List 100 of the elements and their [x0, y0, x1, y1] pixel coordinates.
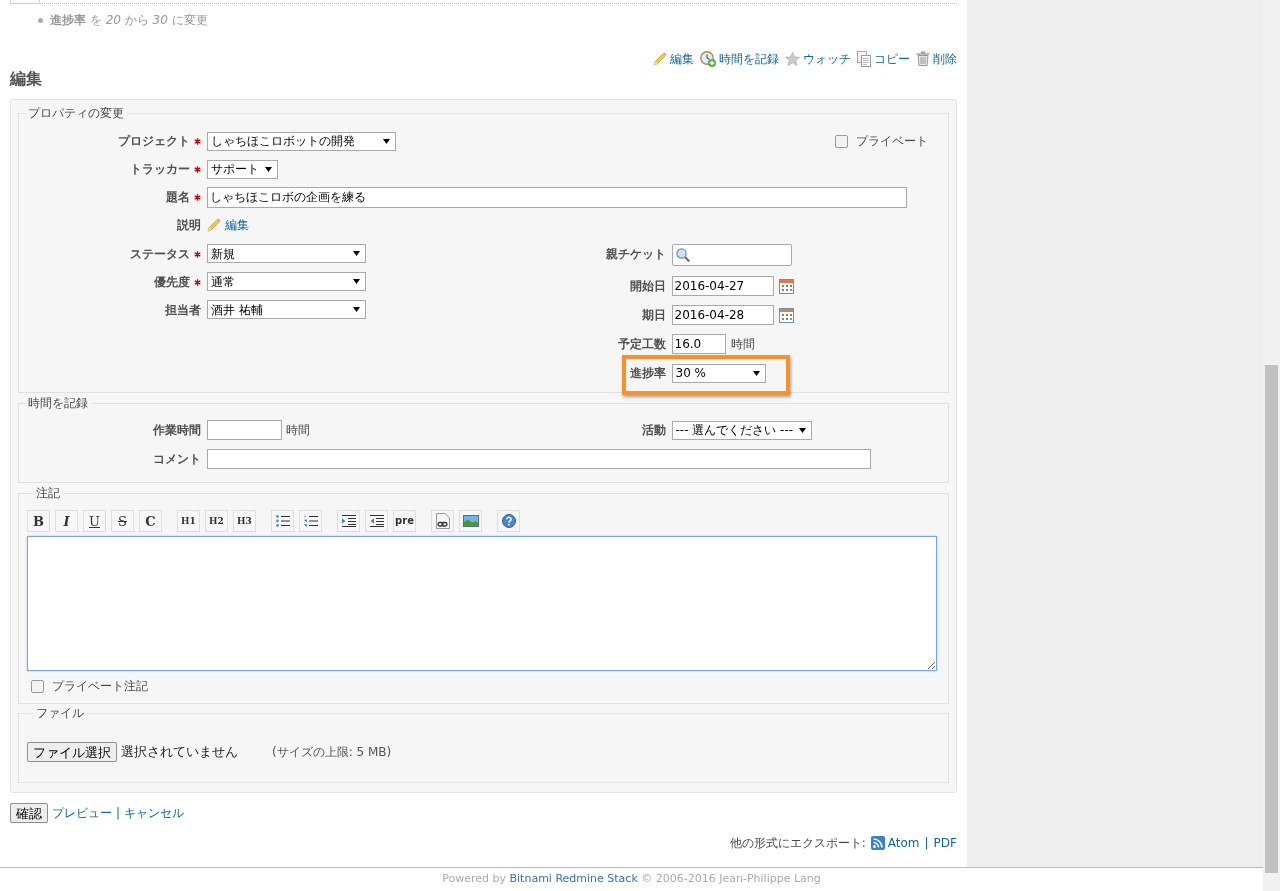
star-icon [785, 51, 800, 66]
edit-link[interactable]: 編集 [653, 49, 694, 68]
copy-link[interactable]: コピー [857, 49, 910, 68]
section-legend: プロパティの変更 [25, 106, 127, 120]
bullet-list-icon [275, 515, 290, 527]
field-label: 予定工数 [617, 336, 666, 353]
bullet-list-button[interactable] [271, 510, 294, 532]
field-label: プロジェクト [118, 133, 190, 150]
numbered-list-icon [303, 515, 318, 527]
bold-button[interactable]: B [27, 510, 50, 532]
image-icon [462, 515, 479, 527]
date-field[interactable]: 2016-04-28 [671, 305, 774, 325]
hours-field[interactable]: 16.0 [671, 334, 726, 354]
code-button[interactable]: C [139, 510, 162, 532]
help-button[interactable] [497, 510, 520, 532]
field-label: 作業時間 [153, 422, 201, 439]
calendar-icon[interactable] [778, 278, 794, 294]
search-icon [675, 248, 690, 262]
date-field[interactable]: 2016-04-27 [671, 276, 774, 296]
submit-button[interactable]: 確認 [10, 803, 48, 823]
log-time-link[interactable]: 時間を記録 [700, 49, 779, 68]
caret-icon [798, 427, 806, 433]
field-label: 親チケット [605, 246, 666, 263]
section-legend: 注記 [33, 486, 63, 500]
heading-1-button[interactable]: H1 [177, 510, 200, 532]
unquote-button[interactable] [365, 510, 388, 532]
dropdown-select[interactable]: 新規 [207, 244, 366, 263]
section-legend: 時間を記録 [25, 396, 91, 410]
delete-link[interactable]: 削除 [916, 49, 957, 68]
dropdown-select[interactable]: 酒井 祐輔 [207, 300, 366, 319]
field-label: ステータス [130, 246, 190, 263]
outdent-icon [369, 515, 384, 527]
calendar-icon[interactable] [778, 307, 794, 323]
page-heading: 編集 [10, 69, 42, 89]
field-label: 開始日 [629, 278, 666, 295]
footer-text: Powered by Bitnami Redmine Stack © 2006-2016 Jean-Philippe Lang [442, 871, 821, 888]
comment-field[interactable] [207, 449, 871, 469]
atom-feed-link[interactable]: Atom [870, 833, 920, 852]
checkbox[interactable] [835, 134, 848, 148]
search-field[interactable] [671, 244, 792, 266]
field-label: コメント [153, 451, 201, 468]
dropdown-select[interactable]: --- 選んでください --- [671, 420, 812, 440]
file-status: 選択されていません [121, 743, 238, 762]
preview-link[interactable]: プレビュー [52, 804, 112, 822]
documents-icon [857, 50, 871, 67]
strikethrough-button[interactable]: S [111, 510, 134, 532]
unit-label: 時間 [286, 422, 310, 439]
size-limit-note: (サイズの上限: 5 MB) [272, 744, 392, 761]
caret-icon [353, 307, 360, 312]
numbered-list-button[interactable] [299, 510, 322, 532]
watch-link[interactable]: ウォッチ [785, 49, 851, 68]
italic-button[interactable]: I [55, 510, 78, 532]
underline-button[interactable]: U [83, 510, 106, 532]
field-label: 活動 [641, 422, 666, 439]
dropdown-select[interactable]: しゃちほこロボットの開発 [207, 131, 396, 151]
caret-icon [353, 251, 360, 256]
caret-icon [265, 166, 272, 172]
frame-edge [10, 0, 40, 4]
pencil-icon [207, 218, 221, 232]
preformatted-button[interactable]: pre [393, 510, 416, 532]
cancel-link[interactable]: キャンセル [124, 804, 185, 822]
export-label: 他の形式にエクスポート: [729, 834, 866, 852]
trash-icon [916, 51, 930, 66]
edit-link[interactable]: 編集 [207, 216, 249, 234]
pencil-icon [653, 51, 667, 66]
image-button[interactable] [459, 510, 482, 532]
field-label: 担当者 [165, 302, 201, 319]
heading-2-button[interactable]: H2 [205, 510, 228, 532]
clock-icon [700, 50, 716, 67]
linked-page-icon [435, 513, 450, 529]
dropdown-select[interactable]: 通常 [207, 272, 366, 291]
checkbox-label: プライベート [856, 133, 928, 150]
field-label: 説明 [177, 217, 201, 234]
scrollbar-thumb[interactable] [1265, 365, 1278, 873]
dropdown-select[interactable]: 30 % [671, 363, 766, 383]
field-label: トラッカー [130, 161, 190, 178]
heading-3-button[interactable]: H3 [233, 510, 256, 532]
caret-icon [752, 370, 760, 376]
link-separator: | [924, 834, 929, 852]
pdf-link[interactable]: PDF [933, 833, 957, 852]
checkbox[interactable] [31, 679, 44, 693]
link-button[interactable] [431, 510, 454, 532]
indent-icon [341, 515, 356, 527]
unit-label: 時間 [730, 336, 755, 353]
field-label: 題名 [166, 189, 190, 206]
feed-icon [870, 835, 885, 850]
footer-link[interactable]: Bitnami Redmine Stack [509, 872, 638, 886]
caret-icon [383, 138, 390, 144]
choose-file-button[interactable]: ファイル選択 [27, 742, 117, 762]
text-field[interactable]: しゃちほこロボの企画を練る [207, 186, 907, 208]
quote-button[interactable] [337, 510, 360, 532]
section-legend: ファイル [33, 706, 87, 720]
dropdown-select[interactable]: サポート [207, 159, 278, 179]
hours-field[interactable] [207, 420, 282, 440]
checkbox-label: プライベート注記 [52, 678, 148, 695]
field-label: 優先度 [154, 274, 190, 291]
caret-icon [353, 279, 360, 284]
link-separator: | [116, 805, 121, 822]
bullet-icon [38, 17, 43, 23]
field-label: 期日 [641, 307, 666, 324]
